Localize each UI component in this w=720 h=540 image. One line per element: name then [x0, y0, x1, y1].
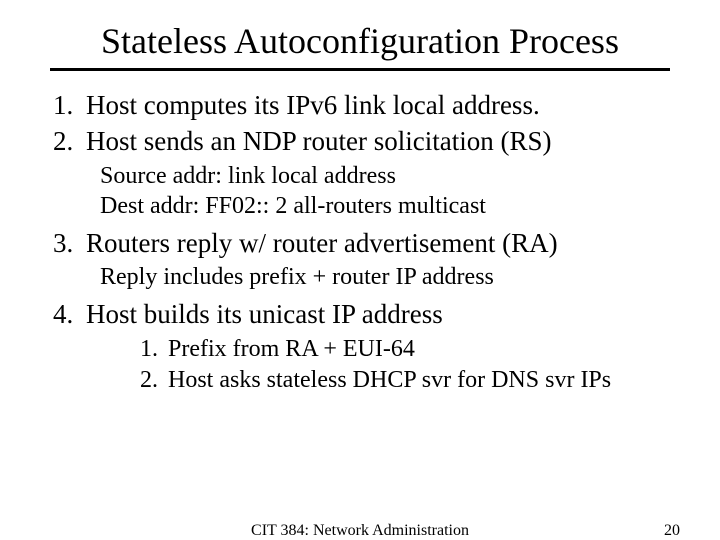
step-3-text: Routers reply w/ router advertisement (R… — [86, 228, 558, 258]
slide: Stateless Autoconfiguration Process Host… — [0, 0, 720, 540]
step-2-source: Source addr: link local address — [100, 161, 690, 191]
step-3-detail: Reply includes prefix + router IP addres… — [100, 262, 690, 292]
step-2-detail: Source addr: link local address Dest add… — [100, 161, 690, 221]
step-2: Host sends an NDP router solicitation (R… — [80, 125, 690, 221]
step-4-sub-1: Prefix from RA + EUI-64 — [164, 334, 690, 365]
step-1-text: Host computes its IPv6 link local addres… — [86, 90, 540, 120]
main-list: Host computes its IPv6 link local addres… — [44, 89, 690, 396]
step-4-sublist: Prefix from RA + EUI-64 Host asks statel… — [132, 334, 690, 396]
step-2-dest: Dest addr: FF02:: 2 all-routers multicas… — [100, 191, 690, 221]
title-divider — [50, 68, 670, 71]
step-4-sub-2-text: Host asks stateless DHCP svr for DNS svr… — [168, 367, 611, 393]
step-1: Host computes its IPv6 link local addres… — [80, 89, 690, 123]
footer-page-number: 20 — [664, 522, 680, 540]
slide-body: Host computes its IPv6 link local addres… — [30, 89, 690, 396]
step-4-text: Host builds its unicast IP address — [86, 299, 443, 329]
step-4-sub-1-text: Prefix from RA + EUI-64 — [168, 336, 415, 362]
step-3: Routers reply w/ router advertisement (R… — [80, 227, 690, 293]
slide-title: Stateless Autoconfiguration Process — [30, 20, 690, 62]
step-2-text: Host sends an NDP router solicitation (R… — [86, 126, 551, 156]
footer-course: CIT 384: Network Administration — [251, 522, 469, 540]
step-4: Host builds its unicast IP address Prefi… — [80, 298, 690, 396]
step-3-reply: Reply includes prefix + router IP addres… — [100, 262, 690, 292]
step-4-sub-2: Host asks stateless DHCP svr for DNS svr… — [164, 365, 690, 396]
